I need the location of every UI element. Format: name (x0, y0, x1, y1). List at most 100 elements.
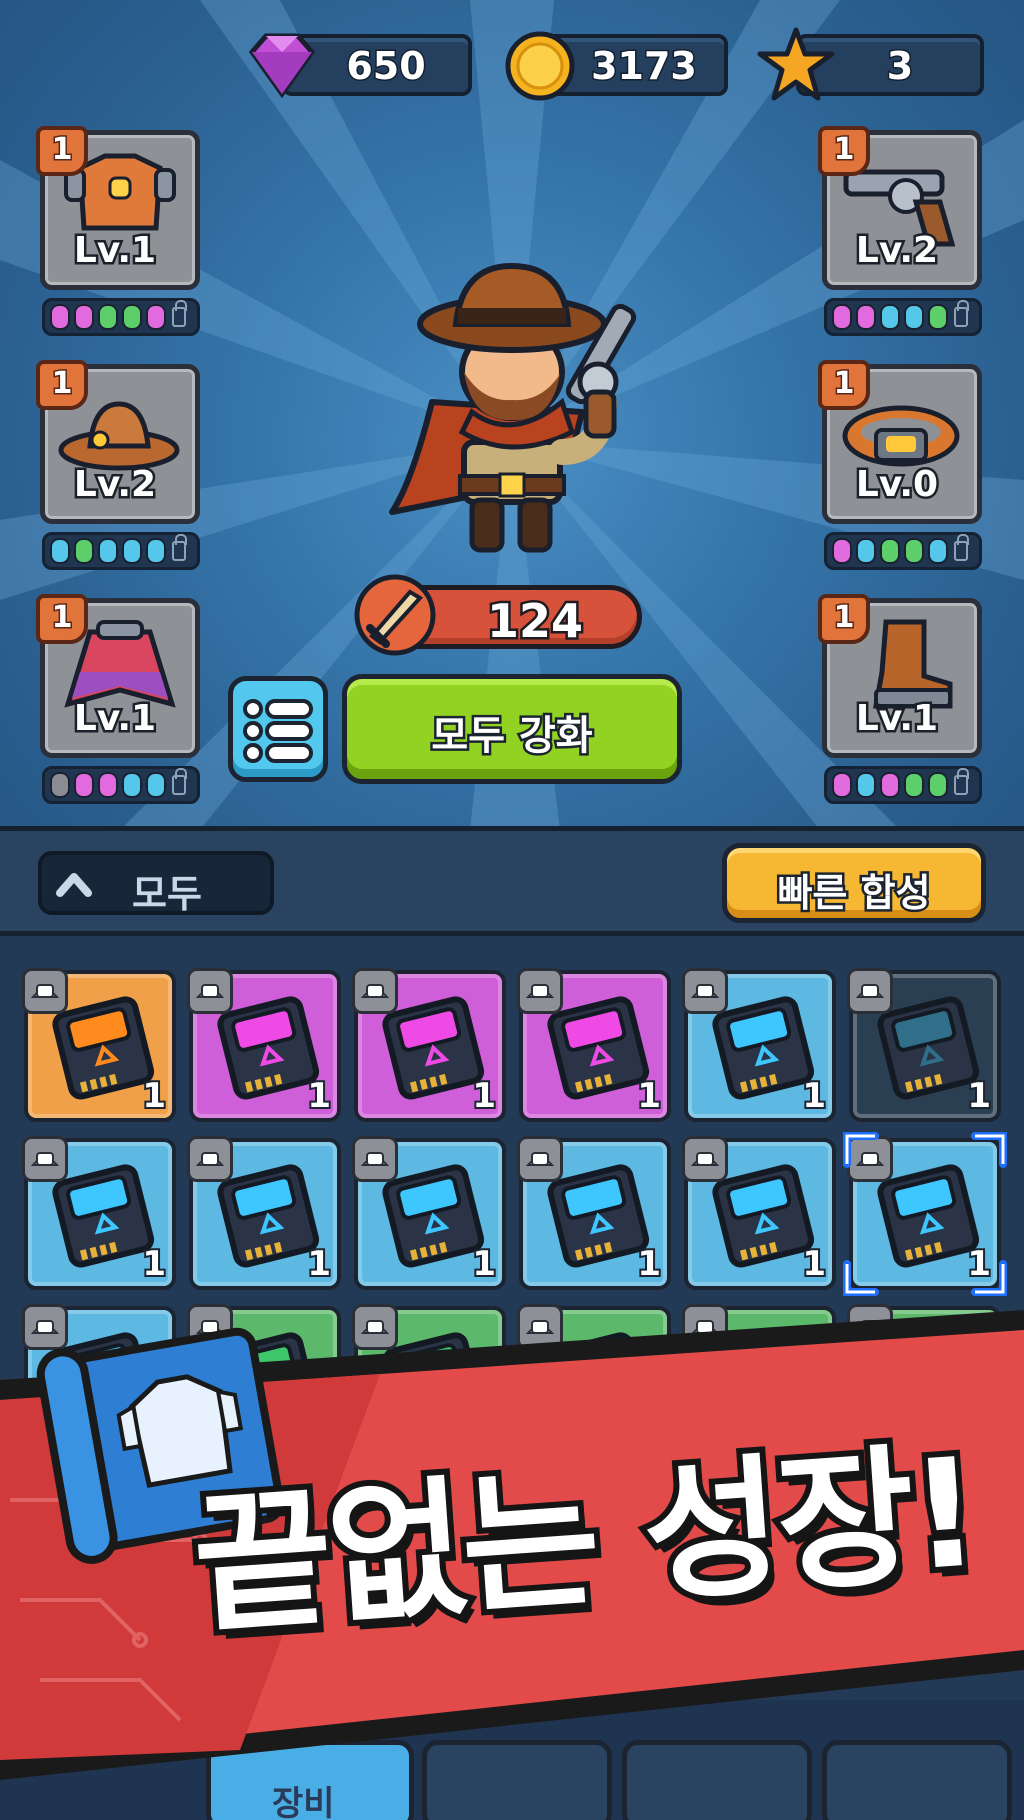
lock-icon (172, 534, 187, 561)
gem-pip (856, 772, 876, 798)
gem-pip (832, 772, 852, 798)
nav-tab-equipment-label: 장비 (272, 1784, 335, 1820)
gem-pip (904, 538, 924, 564)
lock-icon (954, 768, 969, 795)
crossed-swords-icon (354, 574, 436, 656)
inventory-item[interactable]: 1 (682, 1136, 836, 1290)
quick-merge-button[interactable]: 빠른 합성 (722, 843, 986, 923)
inventory-item[interactable]: 1 (517, 968, 671, 1122)
gem-pip (880, 304, 900, 330)
gem-pips (824, 298, 982, 336)
shirt-icon (847, 968, 893, 1014)
lock-icon (172, 768, 187, 795)
gem-pip (98, 772, 118, 798)
gem-amount: 650 (345, 43, 427, 90)
gem-pip (880, 772, 900, 798)
inventory-item[interactable]: 1 (682, 968, 836, 1122)
rank-badge: 1 (36, 126, 88, 176)
gem-pip (928, 304, 948, 330)
item-count: 1 (305, 1074, 333, 1118)
gem-pip (928, 772, 948, 798)
rank-badge: 1 (818, 360, 870, 410)
hat-icon (187, 968, 233, 1014)
gem-pip (122, 538, 142, 564)
filter-label: 모두 (132, 872, 202, 916)
lock-icon (954, 534, 969, 561)
gem-pip (832, 538, 852, 564)
list-view-button[interactable] (228, 676, 328, 782)
item-count: 1 (635, 1074, 663, 1118)
upgrade-all-button[interactable]: 모두 강화 (342, 674, 682, 784)
gun-icon (517, 968, 563, 1014)
gem-pips (42, 532, 200, 570)
gem-pip (50, 538, 70, 564)
gem-pips (824, 532, 982, 570)
gem-pip (856, 304, 876, 330)
level-label: Lv.2 (853, 228, 940, 274)
equip-slot-belt[interactable]: 1 Lv.0 (818, 360, 982, 570)
gun-icon (517, 1136, 563, 1182)
star-amount: 3 (885, 43, 914, 90)
selection-brackets (843, 1132, 1007, 1296)
item-count: 1 (470, 1242, 498, 1286)
shirt-icon (682, 968, 728, 1014)
inventory-item[interactable]: 1 (187, 1136, 341, 1290)
gem-pip (146, 772, 166, 798)
upgrade-all-label: 모두 강화 (429, 711, 595, 762)
game-screen: 650 3173 3 1 Lv.1 1 Lv.2 1 Lv.1 1 Lv.2 1… (0, 0, 1024, 1820)
gem-icon (248, 33, 316, 99)
combat-power-value: 124 (484, 592, 585, 651)
lock-icon (172, 300, 187, 327)
gem-pip (50, 772, 70, 798)
lock-icon (954, 300, 969, 327)
item-count: 1 (470, 1074, 498, 1118)
inventory-item[interactable]: 1 (22, 1136, 176, 1290)
equip-slot-cape[interactable]: 1 Lv.1 (36, 594, 200, 804)
equip-slot-hat[interactable]: 1 Lv.2 (36, 360, 200, 570)
sheriff-star-icon (757, 27, 835, 101)
inventory-item[interactable]: 1 (22, 968, 176, 1122)
gem-pip (122, 304, 142, 330)
hat-icon (22, 1136, 68, 1182)
gem-pip (880, 538, 900, 564)
gem-pip (50, 304, 70, 330)
item-count: 1 (140, 1074, 168, 1118)
gem-pip (146, 538, 166, 564)
armor-icon (352, 1136, 398, 1182)
chevron-up-icon (56, 873, 92, 897)
cowboy-hero (389, 262, 637, 553)
list-icon (243, 699, 313, 763)
armor-icon (352, 968, 398, 1014)
equip-slot-armor[interactable]: 1 Lv.1 (36, 126, 200, 336)
item-count: 1 (305, 1242, 333, 1286)
gem-pips (824, 766, 982, 804)
inventory-item[interactable]: 1 (847, 968, 1001, 1122)
quick-merge-label: 빠른 합성 (775, 869, 933, 918)
gem-pip (904, 772, 924, 798)
rank-badge: 1 (36, 594, 88, 644)
gem-pip (74, 538, 94, 564)
rank-badge: 1 (818, 594, 870, 644)
gem-pip (832, 304, 852, 330)
hat-icon (22, 968, 68, 1014)
inventory-item[interactable]: 1 (517, 1136, 671, 1290)
inventory-toolbar: 모두 빠른 합성 (0, 826, 1024, 936)
gem-pip (122, 772, 142, 798)
equip-slot-boots[interactable]: 1 Lv.1 (818, 594, 982, 804)
equip-slot-weapon[interactable]: 1 Lv.2 (818, 126, 982, 336)
inventory-item[interactable]: 1 (352, 1136, 506, 1290)
gem-pip (928, 538, 948, 564)
gem-pip (98, 538, 118, 564)
level-label: Lv.1 (71, 228, 158, 274)
item-count: 1 (140, 1242, 168, 1286)
level-label: Lv.2 (71, 462, 158, 508)
gem-pip (74, 304, 94, 330)
gem-pip (74, 772, 94, 798)
inventory-item[interactable]: 1 (352, 968, 506, 1122)
gem-pip (146, 304, 166, 330)
item-count: 1 (965, 1074, 993, 1118)
rank-badge: 1 (36, 360, 88, 410)
inventory-item[interactable]: 1 (187, 968, 341, 1122)
filter-dropdown[interactable]: 모두 (38, 851, 274, 916)
gem-pips (42, 298, 200, 336)
